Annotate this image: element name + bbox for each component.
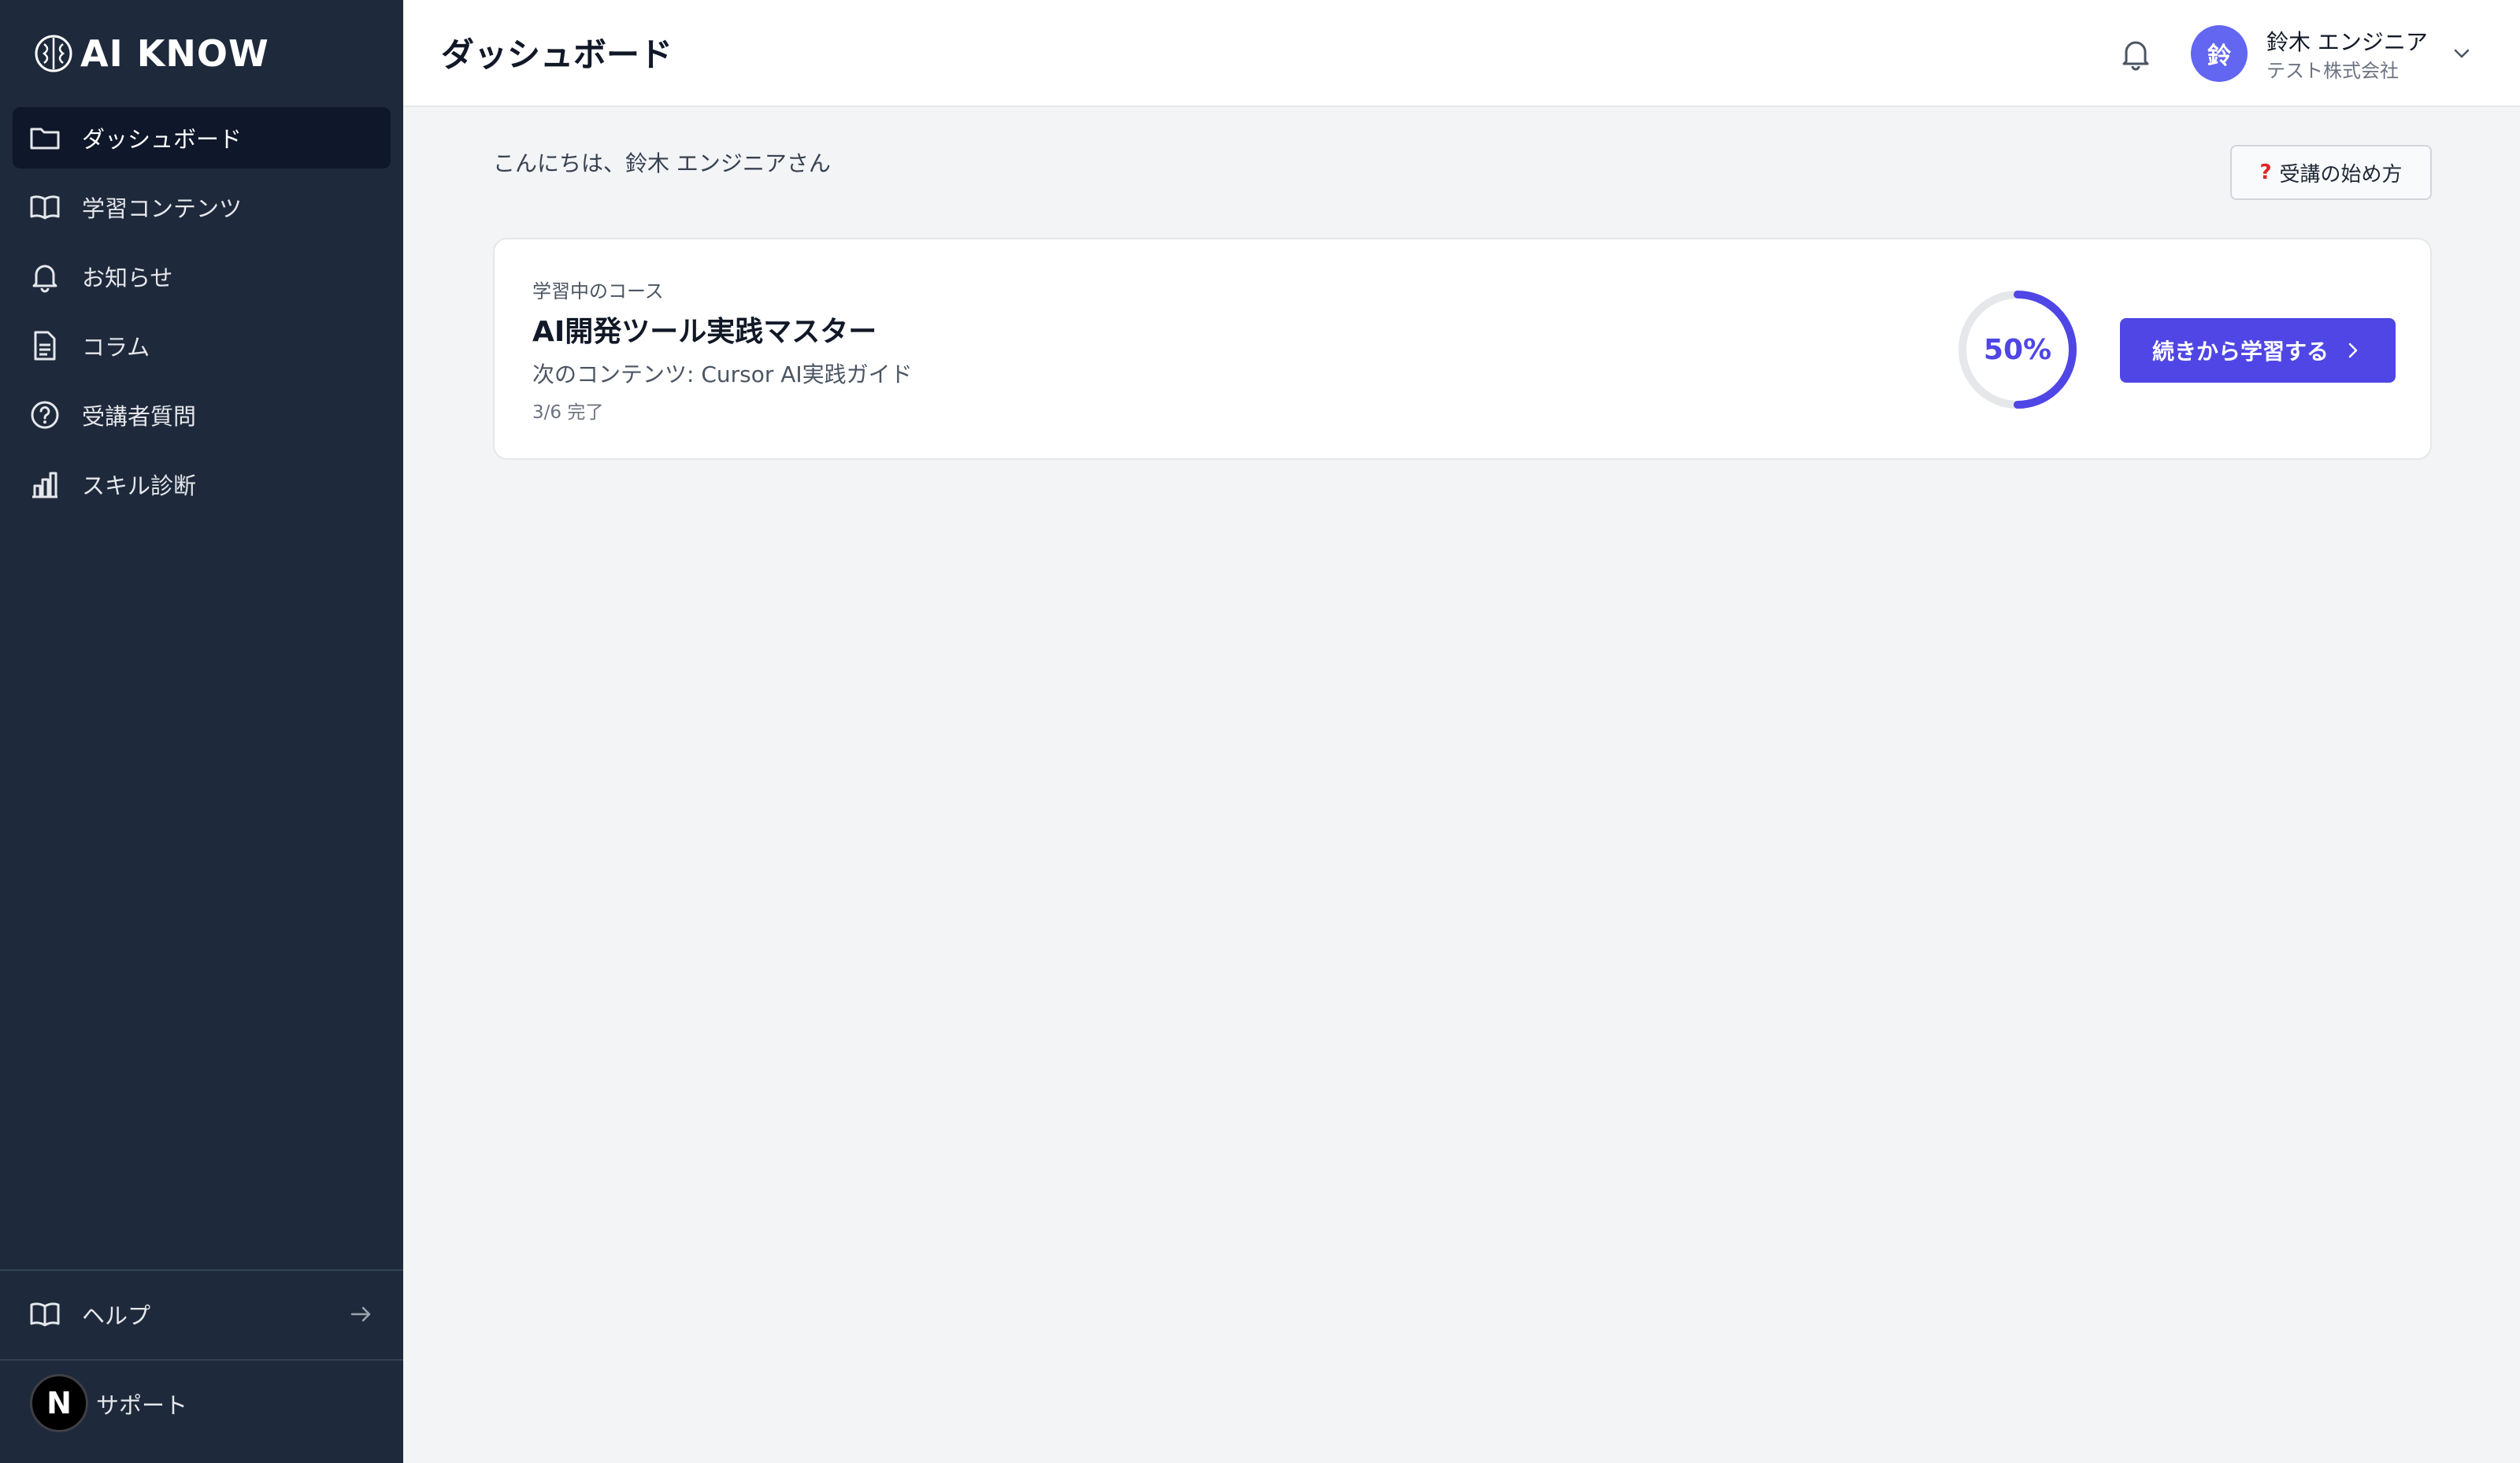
sidebar-item-learning-content[interactable]: 学習コンテンツ — [13, 176, 391, 238]
notification-bell-icon[interactable] — [2117, 35, 2155, 72]
sidebar-item-label: 学習コンテンツ — [82, 195, 243, 222]
question-circle-icon — [31, 401, 59, 429]
folder-icon — [30, 128, 60, 150]
arrow-right-icon — [350, 1306, 371, 1322]
sidebar-item-news[interactable]: お知らせ — [13, 246, 391, 307]
sidebar-item-label: ダッシュボード — [82, 126, 243, 153]
logo[interactable]: AI KNOW — [33, 30, 269, 77]
help-label: ヘルプ — [82, 1302, 151, 1329]
sidebar-item-column[interactable]: コラム — [13, 315, 391, 376]
progress-percent: 50% — [1983, 333, 2052, 366]
sidebar-divider — [0, 1359, 403, 1361]
support-label: サポート — [96, 1392, 188, 1419]
document-icon — [34, 331, 56, 361]
sidebar-item-skill-check[interactable]: スキル診断 — [13, 454, 391, 515]
avatar[interactable]: 鈴 — [2191, 25, 2248, 82]
book-open-icon — [30, 195, 60, 220]
chevron-right-icon — [2348, 343, 2358, 358]
bar-chart-icon — [32, 472, 57, 498]
brain-logo-icon — [35, 35, 72, 72]
course-kicker: 学習中のコース — [532, 280, 664, 302]
page-title: ダッシュボード — [441, 35, 673, 74]
continue-learning-button[interactable]: 続きから学習する — [2120, 318, 2396, 383]
logo-text: AI KNOW — [80, 32, 269, 75]
n-badge-icon[interactable]: N — [30, 1374, 88, 1432]
greeting-text: こんにちは、鈴木 エンジニアさん — [493, 150, 831, 176]
sidebar-item-dashboard[interactable]: ダッシュボード — [13, 107, 391, 169]
sidebar-item-label: スキル診断 — [82, 472, 197, 499]
user-name[interactable]: 鈴木 エンジニア — [2266, 25, 2428, 57]
sidebar-item-help[interactable]: ヘルプ — [13, 1283, 391, 1345]
howto-label: 受講の始め方 — [2279, 162, 2403, 187]
next-content: 次のコンテンツ: Cursor AI実践ガイド — [532, 361, 913, 387]
current-course-card: 学習中のコース AI開発ツール実践マスター 次のコンテンツ: Cursor AI… — [493, 238, 2432, 460]
sidebar-item-label: 受講者質問 — [82, 403, 197, 430]
course-title: AI開発ツール実践マスター — [532, 316, 877, 348]
book-open-icon — [30, 1302, 60, 1327]
progress-count: 3/6 完了 — [532, 402, 604, 423]
sidebar: AI KNOW ダッシュボード 学習コンテンツ お知らせ コラム 受講者質問 ス… — [0, 0, 403, 1463]
chevron-down-icon[interactable] — [2451, 43, 2473, 65]
sidebar-nav: ダッシュボード 学習コンテンツ お知らせ コラム 受講者質問 スキル診断 — [13, 107, 391, 523]
sidebar-item-questions[interactable]: 受講者質問 — [13, 384, 391, 446]
top-header: ダッシュボード 鈴 鈴木 エンジニア テスト株式会社 — [403, 0, 2520, 107]
sidebar-divider — [0, 1269, 403, 1271]
howto-button[interactable]: ? 受講の始め方 — [2230, 145, 2432, 200]
continue-label: 続きから学習する — [2151, 339, 2329, 365]
sidebar-item-label: お知らせ — [82, 265, 173, 291]
sidebar-item-label: コラム — [82, 334, 150, 361]
bell-icon — [32, 265, 57, 293]
question-mark-icon: ? — [2259, 161, 2272, 184]
user-company: テスト株式会社 — [2266, 60, 2399, 82]
